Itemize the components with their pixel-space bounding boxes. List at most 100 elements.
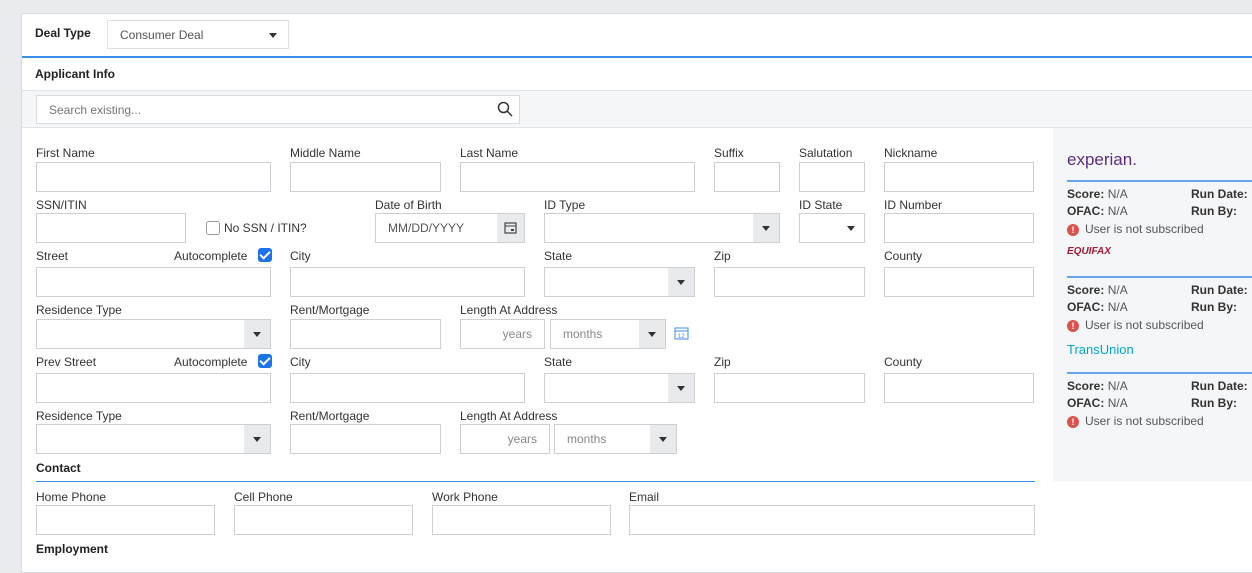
bureau-logo: EQUIFAX <box>1067 246 1111 257</box>
credit-bureau-panel: experian. Score: N/A Run Date: OFAC: N/A… <box>1053 128 1252 482</box>
deal-type-select[interactable]: Consumer Deal <box>107 20 289 49</box>
not-subscribed-message: User is not subscribed <box>1085 318 1204 332</box>
chevron-down-icon <box>677 386 685 391</box>
score-value: N/A <box>1107 187 1128 201</box>
months-select[interactable]: months <box>550 319 666 349</box>
rent-label: Rent/Mortgage <box>290 303 370 317</box>
run-by-label: Run By: <box>1191 204 1237 218</box>
prev-zip-input[interactable] <box>714 373 865 403</box>
employment-title: Employment <box>36 542 109 556</box>
svg-text:12: 12 <box>678 334 685 340</box>
no-ssn-label: No SSN / ITIN? <box>224 221 307 235</box>
street-label: Street <box>36 249 69 263</box>
not-subscribed-message: User is not subscribed <box>1085 414 1204 428</box>
prev-residence-type-select[interactable] <box>36 424 271 454</box>
prev-rent-label: Rent/Mortgage <box>290 409 370 423</box>
divider <box>1067 180 1252 182</box>
county-input[interactable] <box>884 267 1034 297</box>
residence-type-select[interactable] <box>36 319 271 349</box>
chevron-down-icon <box>648 332 656 337</box>
prev-length-label: Length At Address <box>460 409 558 423</box>
warning-icon: ! <box>1067 416 1079 428</box>
not-subscribed-message: User is not subscribed <box>1085 222 1204 236</box>
prev-autocomplete-label: Autocomplete <box>174 355 248 369</box>
email-input[interactable] <box>629 505 1035 535</box>
dob-label: Date of Birth <box>375 198 442 212</box>
prev-street-label: Prev Street <box>36 355 97 369</box>
prev-street-input[interactable] <box>36 373 271 403</box>
street-input[interactable] <box>36 267 271 297</box>
divider <box>36 481 1035 482</box>
id-number-input[interactable] <box>884 213 1034 243</box>
bureau-logo: TransUnion <box>1067 342 1134 357</box>
warning-icon: ! <box>1067 224 1079 236</box>
state-select[interactable] <box>544 267 695 297</box>
chevron-down-icon <box>659 437 667 442</box>
deal-type-label: Deal Type <box>35 26 91 40</box>
cell-phone-input[interactable] <box>234 505 413 535</box>
prev-state-select[interactable] <box>544 373 695 403</box>
score-label: Score: <box>1067 379 1105 393</box>
middle-name-label: Middle Name <box>290 146 361 160</box>
prev-county-input[interactable] <box>884 373 1034 403</box>
suffix-input[interactable] <box>714 162 780 192</box>
ssn-input[interactable] <box>36 213 186 243</box>
prev-autocomplete-checkbox[interactable] <box>258 354 272 368</box>
divider <box>22 56 1252 58</box>
home-phone-input[interactable] <box>36 505 215 535</box>
ofac-label: OFAC: <box>1067 204 1105 218</box>
autocomplete-checkbox[interactable] <box>258 248 272 262</box>
ssn-label: SSN/ITIN <box>36 198 87 212</box>
search-icon[interactable] <box>497 101 513 117</box>
id-type-select[interactable] <box>544 213 780 243</box>
state-label: State <box>544 249 573 263</box>
score-value: N/A <box>1107 283 1128 297</box>
chevron-down-icon <box>269 33 277 38</box>
last-name-label: Last Name <box>460 146 519 160</box>
rent-input[interactable] <box>290 319 441 349</box>
chevron-down-icon <box>847 226 855 231</box>
run-date-label: Run Date: <box>1191 187 1248 201</box>
search-input[interactable] <box>36 95 520 124</box>
last-name-input[interactable] <box>460 162 695 192</box>
score-label: Score: <box>1067 283 1105 297</box>
calendar-icon[interactable]: 12 <box>674 326 689 340</box>
id-type-label: ID Type <box>544 198 586 212</box>
work-phone-input[interactable] <box>432 505 611 535</box>
residence-type-label: Residence Type <box>36 303 122 317</box>
salutation-input[interactable] <box>799 162 865 192</box>
chevron-down-icon <box>253 437 261 442</box>
city-input[interactable] <box>290 267 525 297</box>
autocomplete-label: Autocomplete <box>174 249 248 263</box>
prev-residence-type-label: Residence Type <box>36 409 122 423</box>
contact-title: Contact <box>36 461 81 475</box>
ofac-label: OFAC: <box>1067 300 1105 314</box>
first-name-input[interactable] <box>36 162 271 192</box>
applicant-info-title: Applicant Info <box>35 67 115 81</box>
prev-years-input[interactable]: years <box>460 424 550 454</box>
warning-icon: ! <box>1067 320 1079 332</box>
middle-name-input[interactable] <box>290 162 441 192</box>
nickname-input[interactable] <box>884 162 1034 192</box>
years-input[interactable]: years <box>460 319 545 349</box>
ofac-value: N/A <box>1107 204 1128 218</box>
dob-calendar-button[interactable] <box>497 214 524 242</box>
prev-months-select[interactable]: months <box>554 424 677 454</box>
months-value: months <box>563 327 603 341</box>
prev-rent-input[interactable] <box>290 424 441 454</box>
chevron-down-icon <box>253 332 261 337</box>
id-state-select[interactable] <box>799 213 865 243</box>
run-by-label: Run By: <box>1191 300 1237 314</box>
run-date-label: Run Date: <box>1191 379 1248 393</box>
divider <box>1067 276 1252 278</box>
prev-city-input[interactable] <box>290 373 525 403</box>
years-placeholder: years <box>502 327 532 341</box>
no-ssn-checkbox[interactable] <box>206 221 220 235</box>
chevron-down-icon <box>762 226 770 231</box>
zip-input[interactable] <box>714 267 865 297</box>
deal-type-value: Consumer Deal <box>120 27 204 42</box>
prev-state-label: State <box>544 355 573 369</box>
run-by-label: Run By: <box>1191 396 1237 410</box>
cell-phone-label: Cell Phone <box>234 490 293 504</box>
prev-county-label: County <box>884 355 923 369</box>
